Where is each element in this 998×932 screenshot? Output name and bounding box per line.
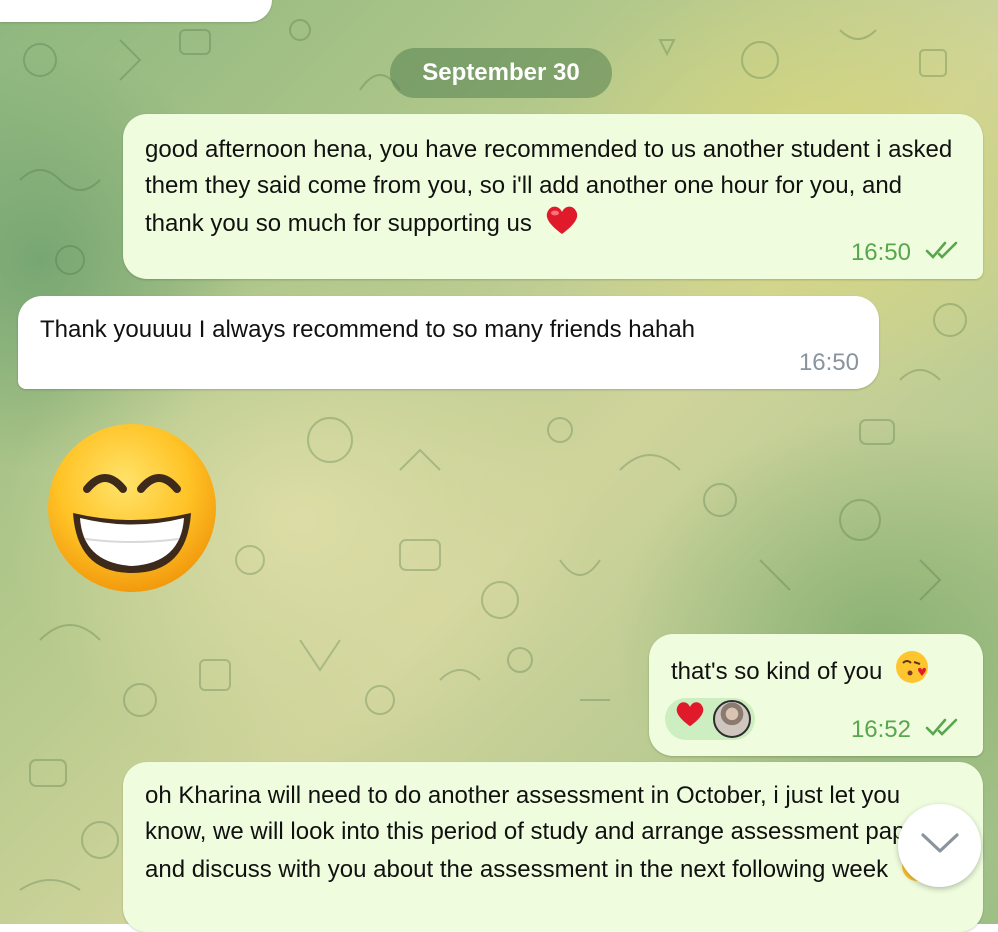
outgoing-message[interactable]: good afternoon hena, you have recommende… (123, 114, 983, 279)
scroll-down-button[interactable] (898, 804, 981, 887)
message-text: that's so kind of you (671, 658, 883, 685)
incoming-message[interactable]: Thank youuuu I always recommend to so ma… (18, 296, 879, 389)
message-reactions[interactable] (665, 698, 755, 740)
outgoing-message[interactable]: oh Kharina will need to do another asses… (123, 762, 983, 932)
face-blowing-kiss-icon (895, 650, 929, 695)
red-heart-icon (675, 700, 705, 739)
double-check-icon (925, 235, 961, 271)
message-time: 16:52 (850, 716, 911, 743)
message-text: Thank youuuu I always recommend to so ma… (40, 316, 696, 343)
grinning-face-sticker[interactable] (45, 421, 219, 595)
message-time: 16:50 (850, 239, 911, 266)
avatar[interactable] (713, 700, 751, 738)
previous-message-bubble (0, 0, 272, 22)
message-time: 16:50 (798, 349, 859, 376)
message-text-end: in the next following week (614, 856, 889, 883)
outgoing-message[interactable]: that's so kind of you 16:52 (649, 634, 983, 756)
chevron-down-icon (920, 832, 960, 859)
date-separator: September 30 (390, 48, 612, 98)
double-check-icon (925, 712, 961, 748)
red-heart-icon (545, 204, 579, 247)
